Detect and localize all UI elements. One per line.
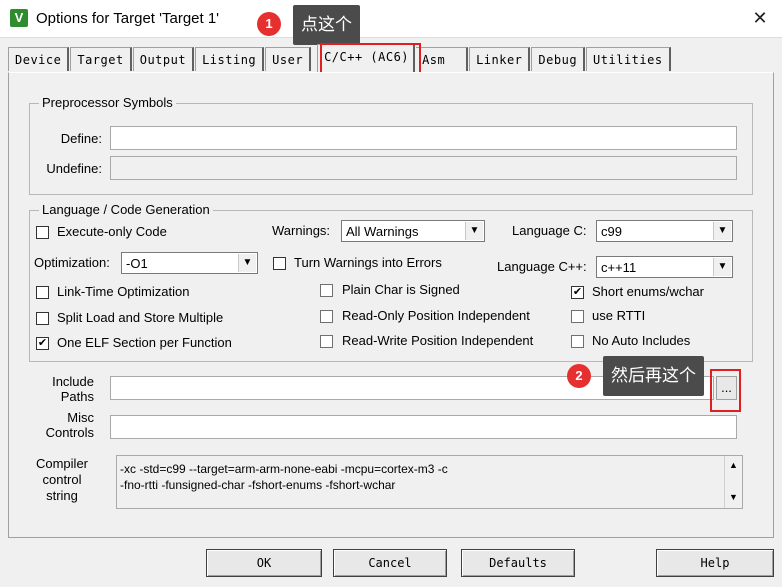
short-enums-checkbox[interactable]: ✔ bbox=[571, 286, 584, 299]
chevron-down-icon[interactable]: ▼ bbox=[238, 254, 256, 272]
split-load-label: Split Load and Store Multiple bbox=[57, 310, 224, 325]
optimization-label: Optimization: bbox=[34, 255, 110, 270]
annotation-badge-2: 2 bbox=[567, 364, 591, 388]
tab-debug[interactable]: Debug bbox=[531, 47, 586, 71]
tab-highlight-box bbox=[320, 43, 421, 75]
turn-warnings-checkbox[interactable] bbox=[273, 257, 286, 270]
chevron-down-icon[interactable]: ▼ bbox=[465, 222, 483, 240]
compiler-control-line2: -fno-rtti -funsigned-char -fshort-enums … bbox=[120, 478, 396, 492]
plain-char-label: Plain Char is Signed bbox=[342, 282, 460, 297]
misc-controls-label-line2: Controls bbox=[45, 425, 94, 440]
tab-listing[interactable]: Listing bbox=[195, 47, 265, 71]
include-paths-label-line2: Paths bbox=[60, 389, 94, 404]
compiler-control-label: Compiler control string bbox=[30, 456, 94, 504]
compiler-control-line1: -xc -std=c99 --target=arm-arm-none-eabi … bbox=[120, 462, 448, 476]
compiler-control-label-line2: control bbox=[42, 472, 82, 487]
warnings-select[interactable]: All Warnings ▼ bbox=[341, 220, 485, 242]
misc-controls-input[interactable] bbox=[110, 415, 737, 439]
help-button[interactable]: Help bbox=[656, 549, 774, 577]
scroll-down-icon[interactable]: ▼ bbox=[729, 492, 738, 502]
language-c-label: Language C: bbox=[512, 223, 587, 238]
lto-label: Link-Time Optimization bbox=[57, 284, 190, 299]
plain-char-checkbox[interactable] bbox=[320, 284, 333, 297]
language-group-label: Language / Code Generation bbox=[39, 202, 213, 217]
compiler-control-label-line1: Compiler bbox=[35, 456, 88, 471]
rtti-label: use RTTI bbox=[592, 308, 646, 323]
one-elf-label: One ELF Section per Function bbox=[57, 335, 232, 350]
warnings-value: All Warnings bbox=[346, 224, 419, 239]
chevron-down-icon[interactable]: ▼ bbox=[713, 222, 731, 240]
ok-button[interactable]: OK bbox=[206, 549, 322, 577]
tab-asm[interactable]: Asm bbox=[416, 47, 469, 71]
execute-only-checkbox[interactable] bbox=[36, 226, 49, 239]
tab-linker[interactable]: Linker bbox=[469, 47, 531, 71]
language-cpp-label: Language C++: bbox=[497, 259, 587, 274]
tab-target[interactable]: Target bbox=[70, 47, 132, 71]
compiler-control-string[interactable]: -xc -std=c99 --target=arm-arm-none-eabi … bbox=[116, 455, 743, 509]
undefine-input[interactable] bbox=[110, 156, 737, 180]
cancel-button[interactable]: Cancel bbox=[333, 549, 447, 577]
annotation-badge-1: 1 bbox=[257, 12, 281, 36]
ropi-checkbox[interactable] bbox=[320, 310, 333, 323]
close-icon[interactable]: ✕ bbox=[748, 8, 772, 29]
rwpi-label: Read-Write Position Independent bbox=[342, 333, 534, 348]
compiler-control-label-line3: string bbox=[46, 488, 78, 503]
include-paths-label: Include Paths bbox=[30, 374, 94, 404]
tab-utilities[interactable]: Utilities bbox=[586, 47, 671, 71]
undefine-label: Undefine: bbox=[46, 161, 102, 176]
short-enums-label: Short enums/wchar bbox=[592, 284, 704, 299]
include-paths-label-line1: Include bbox=[52, 374, 94, 389]
tab-output[interactable]: Output bbox=[132, 47, 195, 71]
annotation-callout-2: 然后再这个 bbox=[603, 356, 704, 396]
misc-controls-label: Misc Controls bbox=[30, 410, 94, 440]
language-cpp-select[interactable]: c++11 ▼ bbox=[596, 256, 733, 278]
define-label: Define: bbox=[60, 131, 102, 146]
warnings-label: Warnings: bbox=[272, 223, 331, 238]
define-input[interactable] bbox=[110, 126, 737, 150]
language-c-select[interactable]: c99 ▼ bbox=[596, 220, 733, 242]
title-bar: V Options for Target 'Target 1' ✕ bbox=[0, 0, 782, 38]
turn-warnings-label: Turn Warnings into Errors bbox=[294, 255, 442, 270]
keil-icon: V bbox=[10, 9, 28, 27]
optimization-select[interactable]: -O1 ▼ bbox=[121, 252, 258, 274]
rtti-checkbox[interactable] bbox=[571, 310, 584, 323]
language-c-value: c99 bbox=[601, 224, 622, 239]
preprocessor-group-label: Preprocessor Symbols bbox=[39, 95, 176, 110]
misc-controls-label-line1: Misc bbox=[67, 410, 94, 425]
no-auto-checkbox[interactable] bbox=[571, 335, 584, 348]
chevron-down-icon[interactable]: ▼ bbox=[713, 258, 731, 276]
ropi-label: Read-Only Position Independent bbox=[342, 308, 530, 323]
browse-highlight-box bbox=[710, 369, 741, 412]
tab-user[interactable]: User bbox=[265, 47, 312, 71]
window-title: Options for Target 'Target 1' bbox=[36, 10, 220, 27]
language-cpp-value: c++11 bbox=[601, 260, 637, 275]
compiler-control-text: -xc -std=c99 --target=arm-arm-none-eabi … bbox=[120, 461, 448, 493]
execute-only-label: Execute-only Code bbox=[57, 224, 167, 239]
scroll-up-icon[interactable]: ▲ bbox=[729, 460, 738, 470]
optimization-value: -O1 bbox=[126, 256, 148, 271]
one-elf-checkbox[interactable]: ✔ bbox=[36, 337, 49, 350]
no-auto-label: No Auto Includes bbox=[592, 333, 691, 348]
compiler-control-scrollbar[interactable]: ▲ ▼ bbox=[724, 456, 742, 508]
split-load-checkbox[interactable] bbox=[36, 312, 49, 325]
annotation-callout-1: 点这个 bbox=[293, 5, 360, 45]
tab-device[interactable]: Device bbox=[8, 47, 70, 71]
lto-checkbox[interactable] bbox=[36, 286, 49, 299]
rwpi-checkbox[interactable] bbox=[320, 335, 333, 348]
defaults-button[interactable]: Defaults bbox=[461, 549, 575, 577]
